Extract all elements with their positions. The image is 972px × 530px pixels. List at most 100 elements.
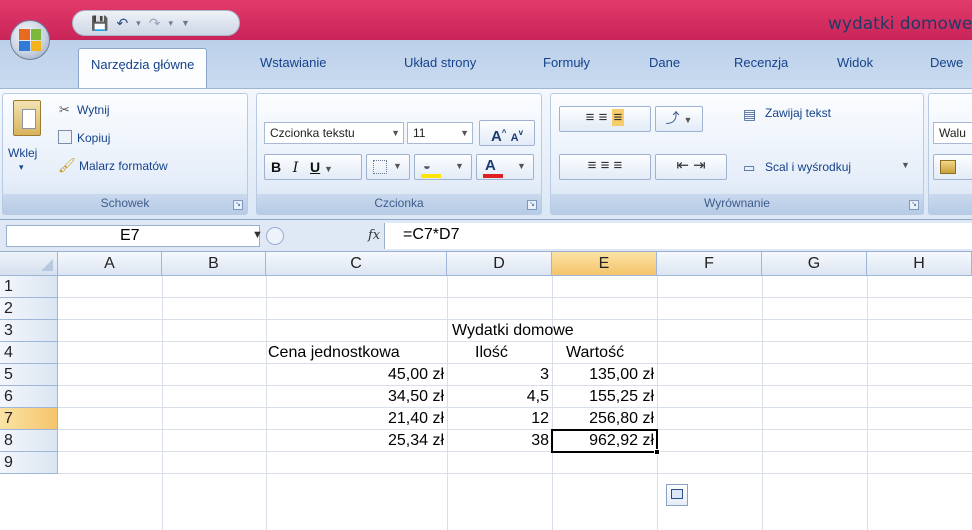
format-painter-icon[interactable]: 🖌 xyxy=(58,157,76,174)
number-format-select[interactable]: Walu xyxy=(933,122,972,144)
copy-icon[interactable] xyxy=(58,130,72,144)
cell-e4[interactable]: 135,00 zł xyxy=(552,364,657,386)
tab-widok[interactable]: Widok xyxy=(837,55,873,70)
office-button[interactable] xyxy=(10,20,50,60)
increase-indent-icon[interactable]: ⇥ xyxy=(693,157,706,174)
circle-icon[interactable] xyxy=(266,227,284,245)
merge-center-icon[interactable]: ▭ xyxy=(743,160,755,176)
row-header-3[interactable]: 3 xyxy=(0,320,58,342)
cell-c7[interactable]: 25,34 zł xyxy=(266,430,447,452)
cell-d3-header[interactable]: Ilość xyxy=(475,342,508,364)
worksheet-grid: A B C D E F G H 1 2 3 4 5 6 7 8 9 Wydatk… xyxy=(0,252,972,530)
alignment-launcher-icon[interactable]: ↘ xyxy=(909,200,919,210)
borders-button[interactable]: ▼ xyxy=(366,154,410,180)
font-color-button[interactable]: A ▼ xyxy=(476,154,534,180)
align-bottom-icon[interactable]: ≡ xyxy=(611,109,625,126)
grid-line xyxy=(58,473,972,474)
cell-d5[interactable]: 4,5 xyxy=(447,386,552,408)
redo-dropdown-icon[interactable]: ▾ xyxy=(168,18,173,29)
column-header-d[interactable]: D xyxy=(447,252,552,276)
bold-italic-underline-buttons[interactable]: B I U ▼ xyxy=(264,154,362,180)
align-left-icon[interactable]: ≡ xyxy=(588,157,597,174)
column-header-a[interactable]: A xyxy=(58,252,162,276)
cell-c4[interactable]: 45,00 zł xyxy=(266,364,447,386)
font-launcher-icon[interactable]: ↘ xyxy=(527,200,537,210)
chevron-down-icon[interactable]: ▼ xyxy=(901,160,910,170)
cut-icon[interactable]: ✂ xyxy=(59,102,70,118)
auto-fill-options-button[interactable] xyxy=(666,484,688,506)
format-painter-button[interactable]: Malarz formatów xyxy=(79,159,168,173)
font-size-select[interactable]: 11 ▼ xyxy=(407,122,473,144)
row-header-6[interactable]: 6 xyxy=(0,386,58,408)
fill-color-button[interactable]: ◒ ▼ xyxy=(414,154,472,180)
copy-button[interactable]: Kopiuj xyxy=(77,131,110,145)
undo-dropdown-icon[interactable]: ▾ xyxy=(136,18,141,29)
chevron-down-icon: ▼ xyxy=(460,128,469,138)
column-header-g[interactable]: G xyxy=(762,252,867,276)
cell-c5[interactable]: 34,50 zł xyxy=(266,386,447,408)
cell-c6[interactable]: 21,40 zł xyxy=(266,408,447,430)
tab-wstawianie[interactable]: Wstawianie xyxy=(260,55,326,70)
accounting-format-button[interactable] xyxy=(933,154,972,180)
row-header-8[interactable]: 8 xyxy=(0,430,58,452)
align-top-icon[interactable]: ≡ xyxy=(586,109,595,126)
paste-icon[interactable] xyxy=(13,100,41,136)
cell-e5[interactable]: 155,25 zł xyxy=(552,386,657,408)
name-box[interactable]: E7 xyxy=(6,225,260,247)
row-header-5[interactable]: 5 xyxy=(0,364,58,386)
column-header-f[interactable]: F xyxy=(657,252,762,276)
cell-e6[interactable]: 256,80 zł xyxy=(552,408,657,430)
cut-button[interactable]: Wytnij xyxy=(77,103,110,117)
merge-center-button[interactable]: Scal i wyśrodkuj xyxy=(765,160,851,174)
horizontal-align-buttons[interactable]: ≡ ≡ ≡ xyxy=(559,154,651,180)
name-box-dropdown-icon[interactable]: ▼ xyxy=(252,229,263,241)
formula-input[interactable]: =C7*D7 xyxy=(384,223,972,249)
tab-formuly[interactable]: Formuły xyxy=(543,55,590,70)
bold-icon[interactable]: B xyxy=(271,159,281,175)
wrap-text-button[interactable]: Zawijaj tekst xyxy=(765,106,831,120)
column-header-b[interactable]: B xyxy=(162,252,266,276)
fill-handle[interactable] xyxy=(654,449,660,455)
decrease-indent-icon[interactable]: ⇤ xyxy=(676,157,689,174)
font-name-select[interactable]: Czcionka tekstu ▼ xyxy=(264,122,404,144)
cell-e3-header[interactable]: Wartość xyxy=(566,342,624,364)
customize-qat-icon[interactable]: ▼ xyxy=(181,18,190,28)
paste-button-label[interactable]: Wklej xyxy=(8,146,37,160)
undo-icon[interactable]: ↶ xyxy=(116,15,128,32)
tab-dane[interactable]: Dane xyxy=(649,55,680,70)
formula-bar: E7 ▼ fx =C7*D7 xyxy=(0,220,972,252)
underline-icon[interactable]: U xyxy=(310,159,320,175)
vertical-align-buttons[interactable]: ≡ ≡ ≡ xyxy=(559,106,651,132)
cell-d4[interactable]: 3 xyxy=(447,364,552,386)
cell-d7[interactable]: 38 xyxy=(447,430,552,452)
column-header-e[interactable]: E xyxy=(552,252,657,276)
row-header-2[interactable]: 2 xyxy=(0,298,58,320)
italic-icon[interactable]: I xyxy=(293,160,299,176)
tab-uklad-strony[interactable]: Układ strony xyxy=(404,55,476,70)
wrap-text-icon[interactable]: ▤ xyxy=(743,106,756,123)
tab-narzedzia-glowne[interactable]: Narzędzia główne xyxy=(78,48,208,90)
tab-deweloper[interactable]: Dewe xyxy=(930,55,963,70)
grow-shrink-font-buttons[interactable]: A^ Av xyxy=(479,120,535,146)
redo-icon[interactable]: ↷ xyxy=(149,15,161,32)
insert-function-icon[interactable]: fx xyxy=(368,228,380,243)
row-header-7[interactable]: 7 xyxy=(0,408,58,430)
row-header-9[interactable]: 9 xyxy=(0,452,58,474)
align-center-icon[interactable]: ≡ xyxy=(601,157,610,174)
orientation-button[interactable]: ⤴ ▼ xyxy=(655,106,703,132)
cell-c3-header[interactable]: Cena jednostkowa xyxy=(268,342,400,364)
align-right-icon[interactable]: ≡ xyxy=(614,157,623,174)
row-header-4[interactable]: 4 xyxy=(0,342,58,364)
cell-d6[interactable]: 12 xyxy=(447,408,552,430)
select-all-corner[interactable] xyxy=(0,252,58,276)
column-header-h[interactable]: H xyxy=(867,252,972,276)
cell-d2-title[interactable]: Wydatki domowe xyxy=(452,320,574,342)
paste-dropdown-icon[interactable]: ▾ xyxy=(19,162,24,173)
tab-recenzja[interactable]: Recenzja xyxy=(734,55,788,70)
row-header-1[interactable]: 1 xyxy=(0,276,58,298)
indent-buttons[interactable]: ⇤ ⇥ xyxy=(655,154,727,180)
align-middle-icon[interactable]: ≡ xyxy=(599,109,608,126)
save-icon[interactable]: 💾 xyxy=(91,15,108,32)
column-header-c[interactable]: C xyxy=(266,252,447,276)
clipboard-launcher-icon[interactable]: ↘ xyxy=(233,200,243,210)
